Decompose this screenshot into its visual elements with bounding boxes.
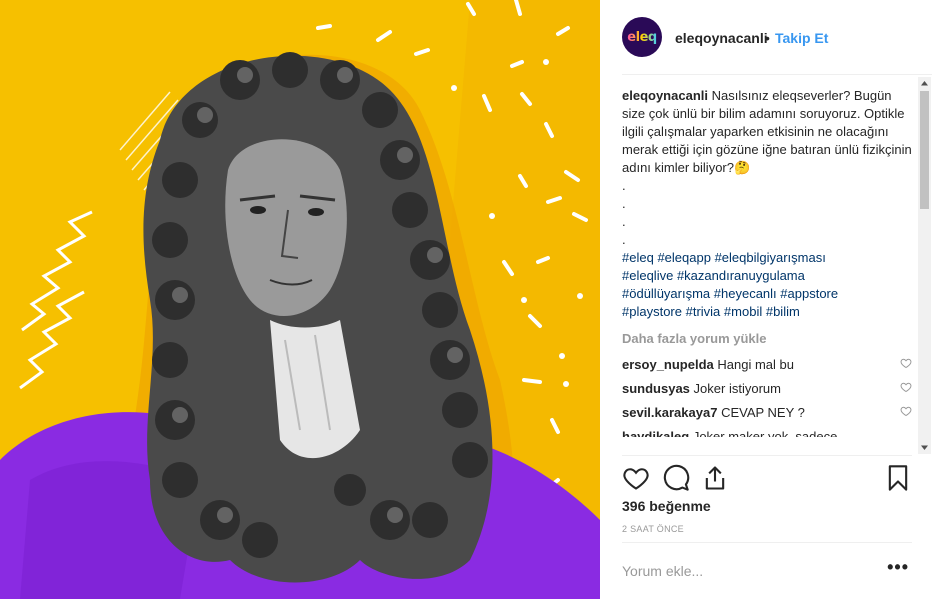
comment-text: Joker maker yok, sadece: [692, 429, 838, 437]
share-icon[interactable]: [701, 464, 729, 492]
comment-icon[interactable]: [662, 464, 690, 492]
heart-icon[interactable]: [622, 464, 650, 492]
hashtag-link[interactable]: #appstore: [780, 286, 838, 301]
scroll-down-arrow-icon[interactable]: [918, 441, 931, 454]
bookmark-icon[interactable]: [884, 464, 912, 492]
comment-username[interactable]: haydikaleq: [622, 429, 689, 437]
load-more-comments-button[interactable]: Daha fazla yorum yükle: [622, 330, 912, 348]
add-comment-row: •••: [622, 542, 912, 599]
comment-row: haydikaleq Joker maker yok, sadece: [622, 428, 912, 437]
caption-dot: .: [622, 196, 626, 211]
post-caption: eleqoynacanli Nasılsınız eleqseverler? B…: [622, 87, 912, 177]
hashtag-link[interactable]: #heyecanlı: [714, 286, 777, 301]
hashtag-link[interactable]: #trivia: [686, 304, 721, 319]
hashtag-link[interactable]: #ödüllüyarışma: [622, 286, 710, 301]
comment-text: CEVAP NEY ?: [721, 405, 805, 420]
post-actions-bar: [622, 455, 912, 499]
scroll-up-arrow-icon[interactable]: [918, 77, 931, 90]
heart-icon[interactable]: [900, 357, 912, 369]
hashtag-link[interactable]: #eleqlive: [622, 268, 673, 283]
hashtag-link[interactable]: #eleqapp: [657, 250, 711, 265]
post-timestamp: 2 SAAT ÖNCE: [622, 524, 684, 534]
more-options-icon[interactable]: •••: [887, 557, 909, 578]
caption-dot: .: [622, 214, 626, 229]
hashtag-link[interactable]: #mobil: [724, 304, 762, 319]
comment-username[interactable]: sevil.karakaya7: [622, 405, 717, 420]
hashtag-link[interactable]: #kazandıranuygulama: [677, 268, 805, 283]
comment-text: Joker istiyorum: [693, 381, 781, 396]
hashtag-link[interactable]: #eleq: [622, 250, 654, 265]
comment-row: ersoy_nupelda Hangi mal bu: [622, 356, 912, 372]
add-comment-input[interactable]: [622, 561, 872, 581]
caption-dot: .: [622, 232, 626, 247]
post-image[interactable]: [0, 0, 600, 599]
follow-button[interactable]: Takip Et: [775, 30, 828, 46]
likes-count[interactable]: 396 beğenme: [622, 498, 711, 514]
heart-icon[interactable]: [900, 381, 912, 393]
avatar-logo-text: eleq: [627, 29, 657, 45]
comment-text: Hangi mal bu: [717, 357, 794, 372]
hashtag-link[interactable]: #eleqbilgiyarışması: [715, 250, 826, 265]
post-username[interactable]: eleqoynacanli: [675, 30, 768, 46]
portrait-illustration: [0, 0, 600, 599]
comment-row: sundusyas Joker istiyorum: [622, 380, 912, 396]
avatar[interactable]: eleq: [622, 17, 662, 57]
comment-username[interactable]: sundusyas: [622, 381, 690, 396]
post-header: eleq eleqoynacanli • Takip Et: [622, 0, 932, 75]
caption-dot: .: [622, 178, 626, 193]
hashtag-link[interactable]: #bilim: [766, 304, 800, 319]
heart-icon[interactable]: [900, 405, 912, 417]
comments-scrollbar[interactable]: [918, 77, 931, 454]
comment-row: sevil.karakaya7 CEVAP NEY ?: [622, 404, 912, 420]
hashtag-list: #eleq #eleqapp #eleqbilgiyarışması #eleq…: [622, 249, 912, 321]
comment-username[interactable]: ersoy_nupelda: [622, 357, 714, 372]
hashtag-link[interactable]: #playstore: [622, 304, 682, 319]
scrollbar-thumb[interactable]: [920, 91, 929, 209]
comments-list[interactable]: eleqoynacanli Nasılsınız eleqseverler? B…: [622, 87, 912, 453]
caption-username[interactable]: eleqoynacanli: [622, 88, 708, 103]
separator-dot: •: [765, 30, 770, 46]
